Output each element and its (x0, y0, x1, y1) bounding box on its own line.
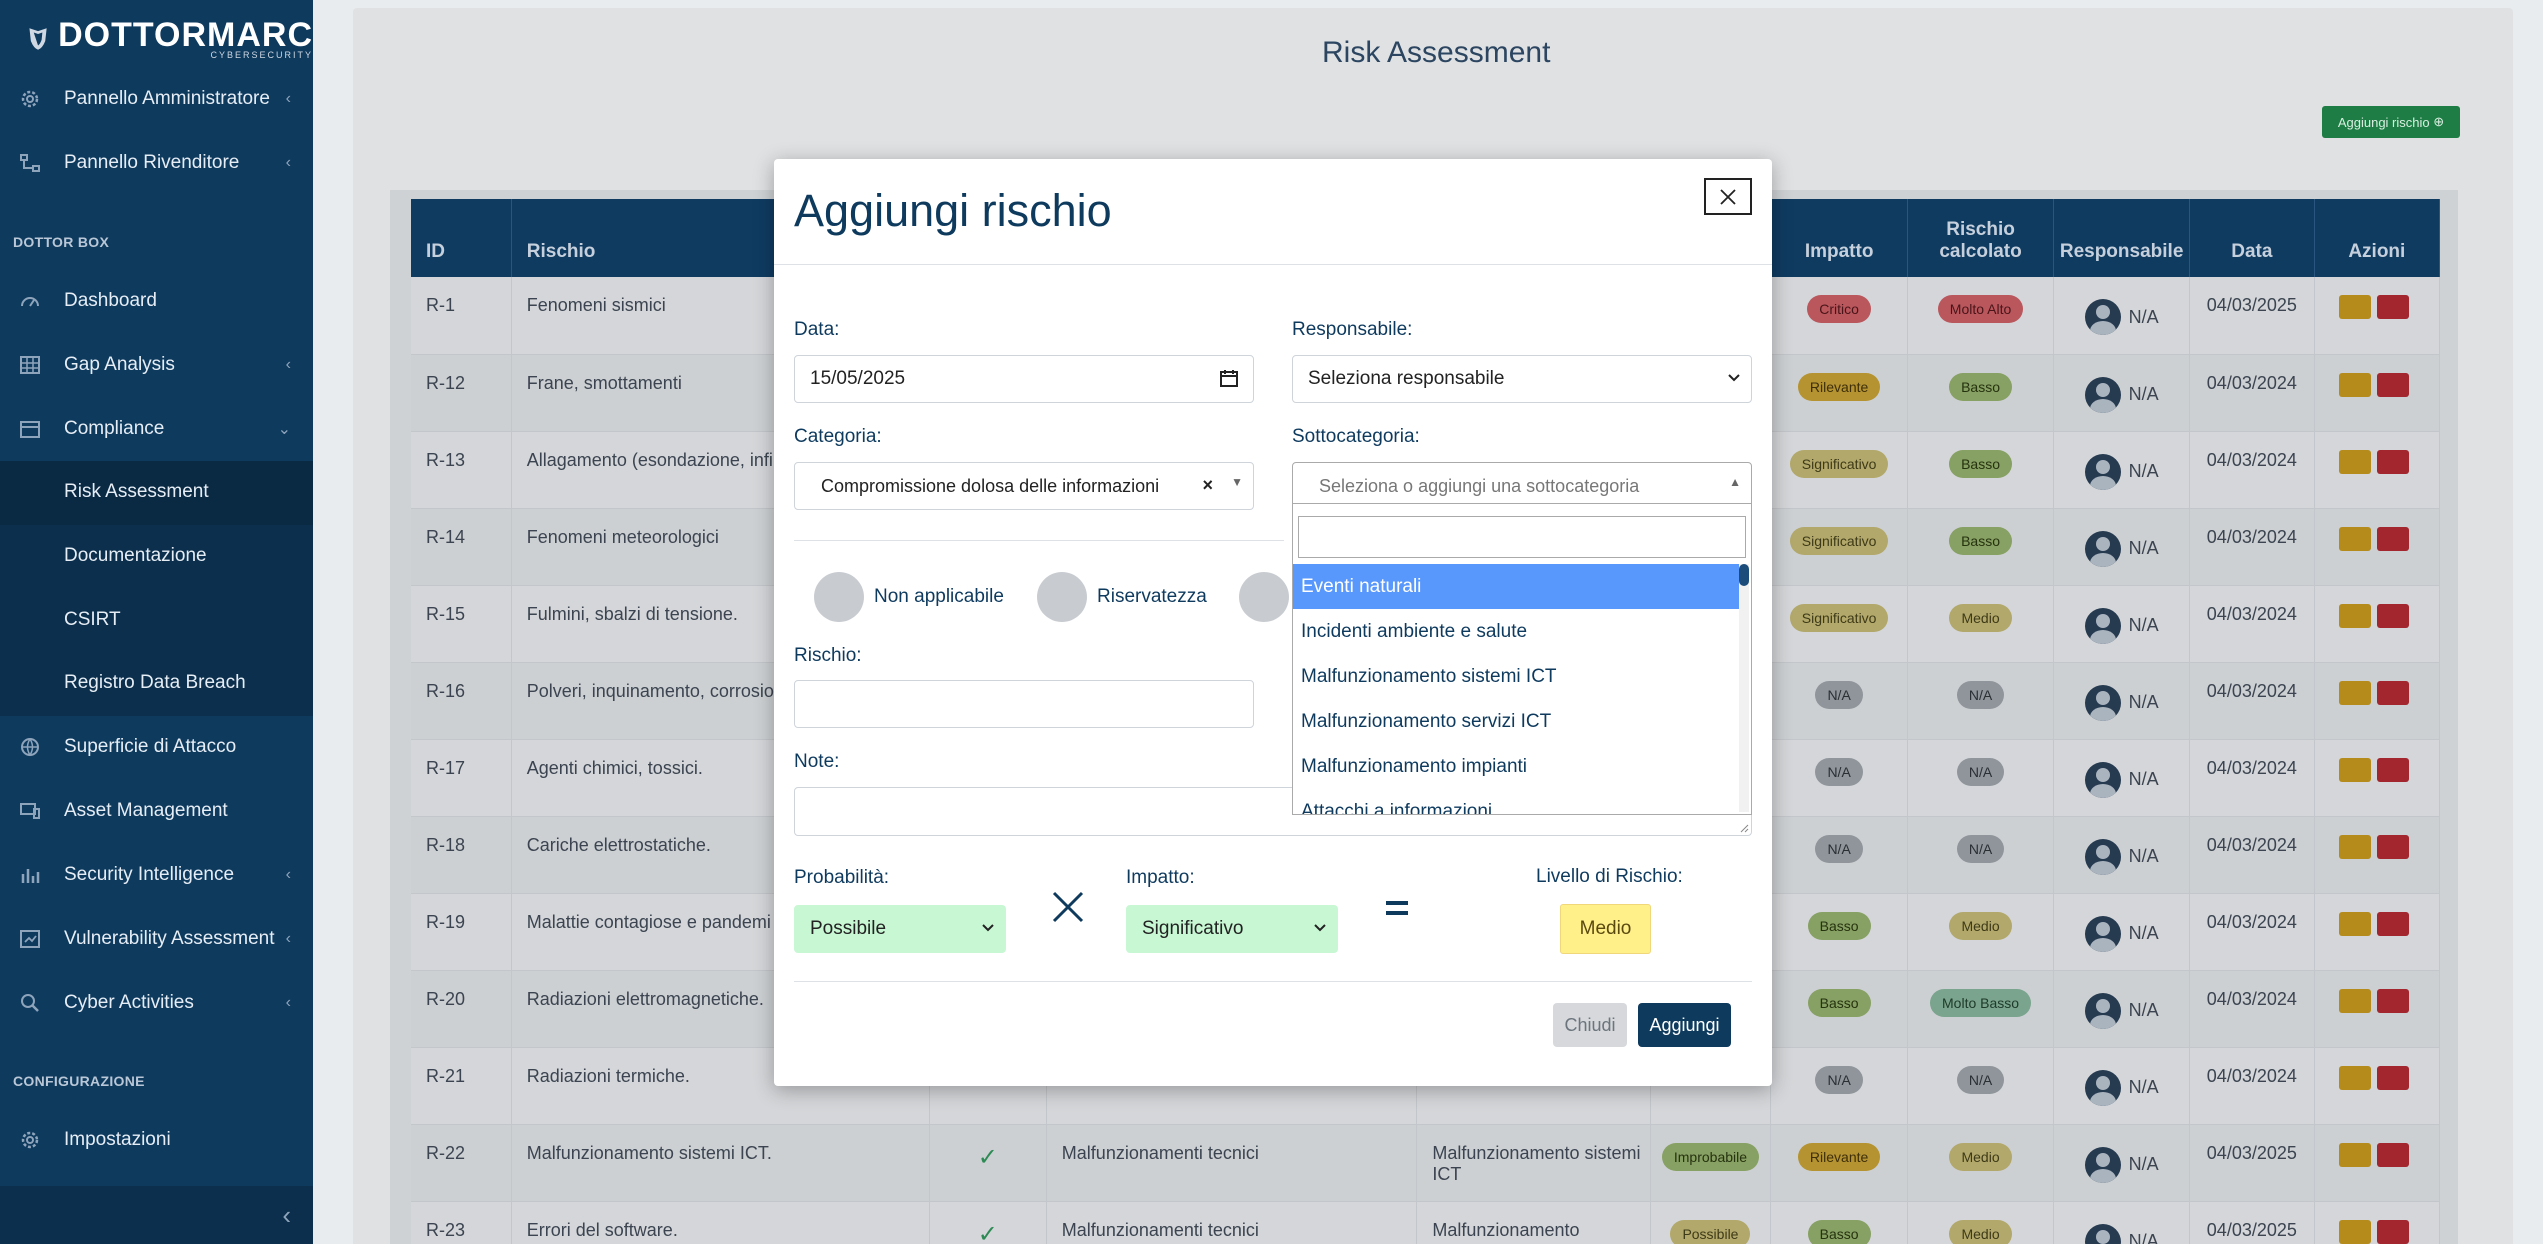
scrollbar-thumb[interactable] (1739, 564, 1749, 586)
dropdown-option[interactable]: Attacchi a informazioni (1293, 789, 1739, 815)
multiply-icon (1052, 891, 1084, 923)
rischio-input[interactable] (794, 680, 1254, 728)
modal-header: Aggiungi rischio (774, 159, 1772, 265)
calendar-icon[interactable] (1219, 368, 1239, 388)
radio-non-applicabile[interactable] (814, 572, 864, 622)
chevron-down-icon (1728, 374, 1740, 382)
categoria-select[interactable]: Compromissione dolosa delle informazioni… (794, 462, 1254, 510)
note-label: Note: (794, 751, 840, 772)
chiudi-button[interactable]: Chiudi (1553, 1003, 1627, 1047)
sottocategoria-label: Sottocategoria: (1292, 426, 1420, 447)
categoria-label: Categoria: (794, 426, 882, 447)
clear-selection-icon[interactable]: × (1202, 475, 1213, 496)
livello-rischio-label: Livello di Rischio: (1536, 866, 1683, 887)
chevron-down-icon (1314, 924, 1326, 932)
radio-integrita[interactable] (1239, 572, 1289, 622)
radio-riservatezza[interactable] (1037, 572, 1087, 622)
radio-label-riservatezza: Riservatezza (1097, 586, 1207, 607)
dropdown-search-input[interactable] (1298, 516, 1746, 558)
livello-rischio-badge: Medio (1560, 904, 1651, 954)
close-icon (1720, 188, 1736, 205)
data-label: Data: (794, 319, 840, 340)
dropdown-options-list: Eventi naturali Incidenti ambiente e salu… (1293, 564, 1739, 814)
sottocategoria-dropdown: Eventi naturali Incidenti ambiente e salu… (1292, 503, 1752, 815)
resize-handle-icon[interactable] (1739, 823, 1749, 833)
radio-label-non-applicabile: Non applicabile (874, 586, 1004, 607)
divider (794, 540, 1284, 541)
aggiungi-button[interactable]: Aggiungi (1638, 1003, 1731, 1047)
impatto-label: Impatto: (1126, 867, 1195, 888)
dropdown-option[interactable]: Incidenti ambiente e salute (1293, 609, 1739, 654)
modal-title: Aggiungi rischio (794, 185, 1112, 236)
equals-icon (1386, 901, 1408, 915)
probabilita-select[interactable]: Possibile (794, 905, 1006, 953)
dropdown-scrollbar[interactable] (1739, 564, 1749, 812)
dropdown-option[interactable]: Eventi naturali (1293, 564, 1739, 609)
date-input[interactable]: 15/05/2025 (794, 355, 1254, 403)
caret-up-icon: ▲ (1729, 475, 1741, 489)
chevron-down-icon (982, 924, 994, 932)
dropdown-option[interactable]: Malfunzionamento servizi ICT (1293, 699, 1739, 744)
rischio-label: Rischio: (794, 645, 862, 666)
probabilita-label: Probabilità: (794, 867, 890, 888)
dropdown-option[interactable]: Malfunzionamento impianti (1293, 744, 1739, 789)
dropdown-option[interactable]: Malfunzionamento sistemi ICT (1293, 654, 1739, 699)
caret-down-icon: ▼ (1231, 475, 1243, 489)
responsabile-select[interactable]: Seleziona responsabile (1292, 355, 1752, 403)
footer-divider (794, 981, 1752, 982)
modal-close-button[interactable] (1704, 178, 1752, 215)
responsabile-label: Responsabile: (1292, 319, 1413, 340)
impatto-select[interactable]: Significativo (1126, 905, 1338, 953)
